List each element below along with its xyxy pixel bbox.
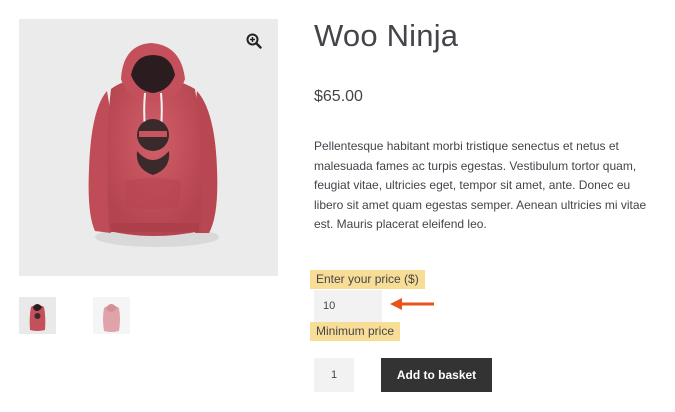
arrow-left-icon [390,298,434,310]
thumbnail-hoodie-front[interactable] [19,297,56,334]
product-description: Pellentesque habitant morbi tristique se… [314,139,647,232]
product-price: $65.00 [314,88,363,105]
price-input-label: Enter your price ($) [310,270,425,289]
minimum-price-label: Minimum price [310,322,401,341]
thumbnail-hoodie-back[interactable] [93,297,130,334]
zoom-icon[interactable] [246,33,262,49]
hoodie-image [88,43,219,247]
product-title: Woo Ninja [314,18,459,53]
quantity-input[interactable] [314,358,354,392]
product-main-image[interactable] [19,19,278,276]
add-to-basket-button[interactable]: Add to basket [381,358,492,392]
price-input[interactable] [314,290,382,322]
